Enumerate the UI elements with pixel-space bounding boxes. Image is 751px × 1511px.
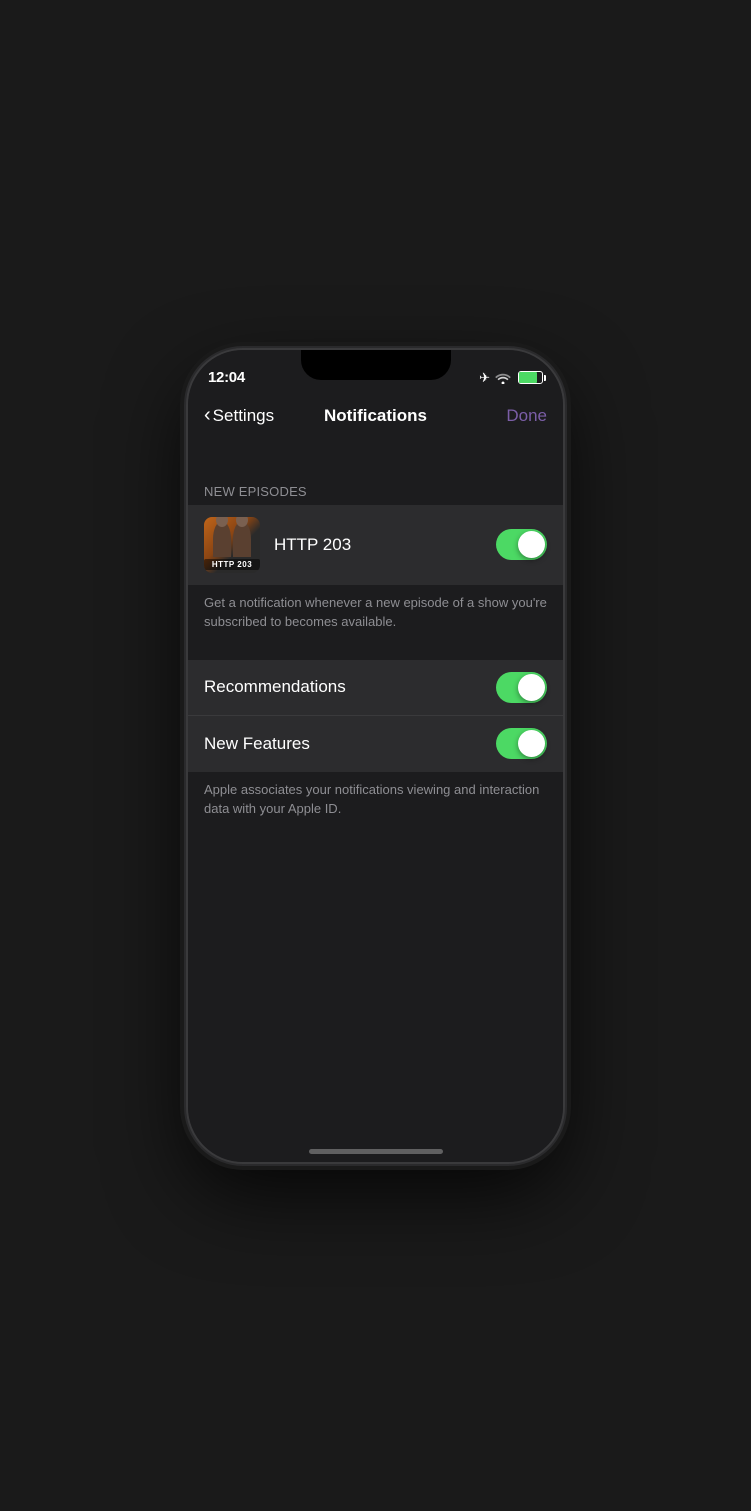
notch <box>301 350 451 380</box>
new-features-toggle[interactable] <box>496 728 547 759</box>
http203-artwork: HTTP 203 <box>204 517 260 573</box>
back-chevron-icon: ‹ <box>204 404 211 427</box>
toggle-knob <box>518 531 545 558</box>
list-item: New Features <box>188 716 563 772</box>
http203-toggle[interactable] <box>496 529 547 560</box>
other-list: Recommendations New Features <box>188 660 563 772</box>
back-button[interactable]: ‹ Settings <box>204 404 274 427</box>
content-area: NEW EPISODES HTTP 203 HT <box>188 438 563 1128</box>
done-button[interactable]: Done <box>506 406 547 426</box>
new-episodes-header: NEW EPISODES <box>188 476 563 505</box>
new-episodes-section: NEW EPISODES HTTP 203 HT <box>188 476 563 652</box>
list-item: HTTP 203 HTTP 203 <box>188 505 563 585</box>
toggle-knob <box>518 730 545 757</box>
person-2 <box>233 521 251 557</box>
home-indicator <box>188 1128 563 1162</box>
list-item: Recommendations <box>188 660 563 716</box>
other-footer: Apple associates your notifications view… <box>188 772 563 839</box>
section-separator <box>188 652 563 660</box>
nav-bar: ‹ Settings Notifications Done <box>188 394 563 438</box>
wifi-icon <box>495 372 511 384</box>
phone-frame: 12:04 ✈ ‹ Settings Not <box>188 350 563 1162</box>
recommendations-toggle[interactable] <box>496 672 547 703</box>
status-icons: ✈ <box>479 370 543 386</box>
toggle-knob <box>518 674 545 701</box>
page-title: Notifications <box>324 406 427 426</box>
other-section: Recommendations New Features Apple assoc… <box>188 660 563 839</box>
status-time: 12:04 <box>208 369 245 386</box>
person-1 <box>213 521 231 557</box>
top-spacer <box>188 446 563 476</box>
artwork-label: HTTP 203 <box>204 559 260 570</box>
screen: 12:04 ✈ ‹ Settings Not <box>188 350 563 1162</box>
http203-label: HTTP 203 <box>274 535 496 555</box>
new-features-label: New Features <box>204 734 496 754</box>
new-episodes-footer: Get a notification whenever a new episod… <box>188 585 563 652</box>
home-bar <box>309 1149 443 1154</box>
battery-icon <box>516 371 543 384</box>
artwork-people <box>204 521 260 561</box>
airplane-icon: ✈ <box>479 370 490 386</box>
new-episodes-list: HTTP 203 HTTP 203 <box>188 505 563 585</box>
podcast-thumbnail: HTTP 203 <box>204 517 260 573</box>
recommendations-label: Recommendations <box>204 677 496 697</box>
back-label: Settings <box>213 406 274 426</box>
